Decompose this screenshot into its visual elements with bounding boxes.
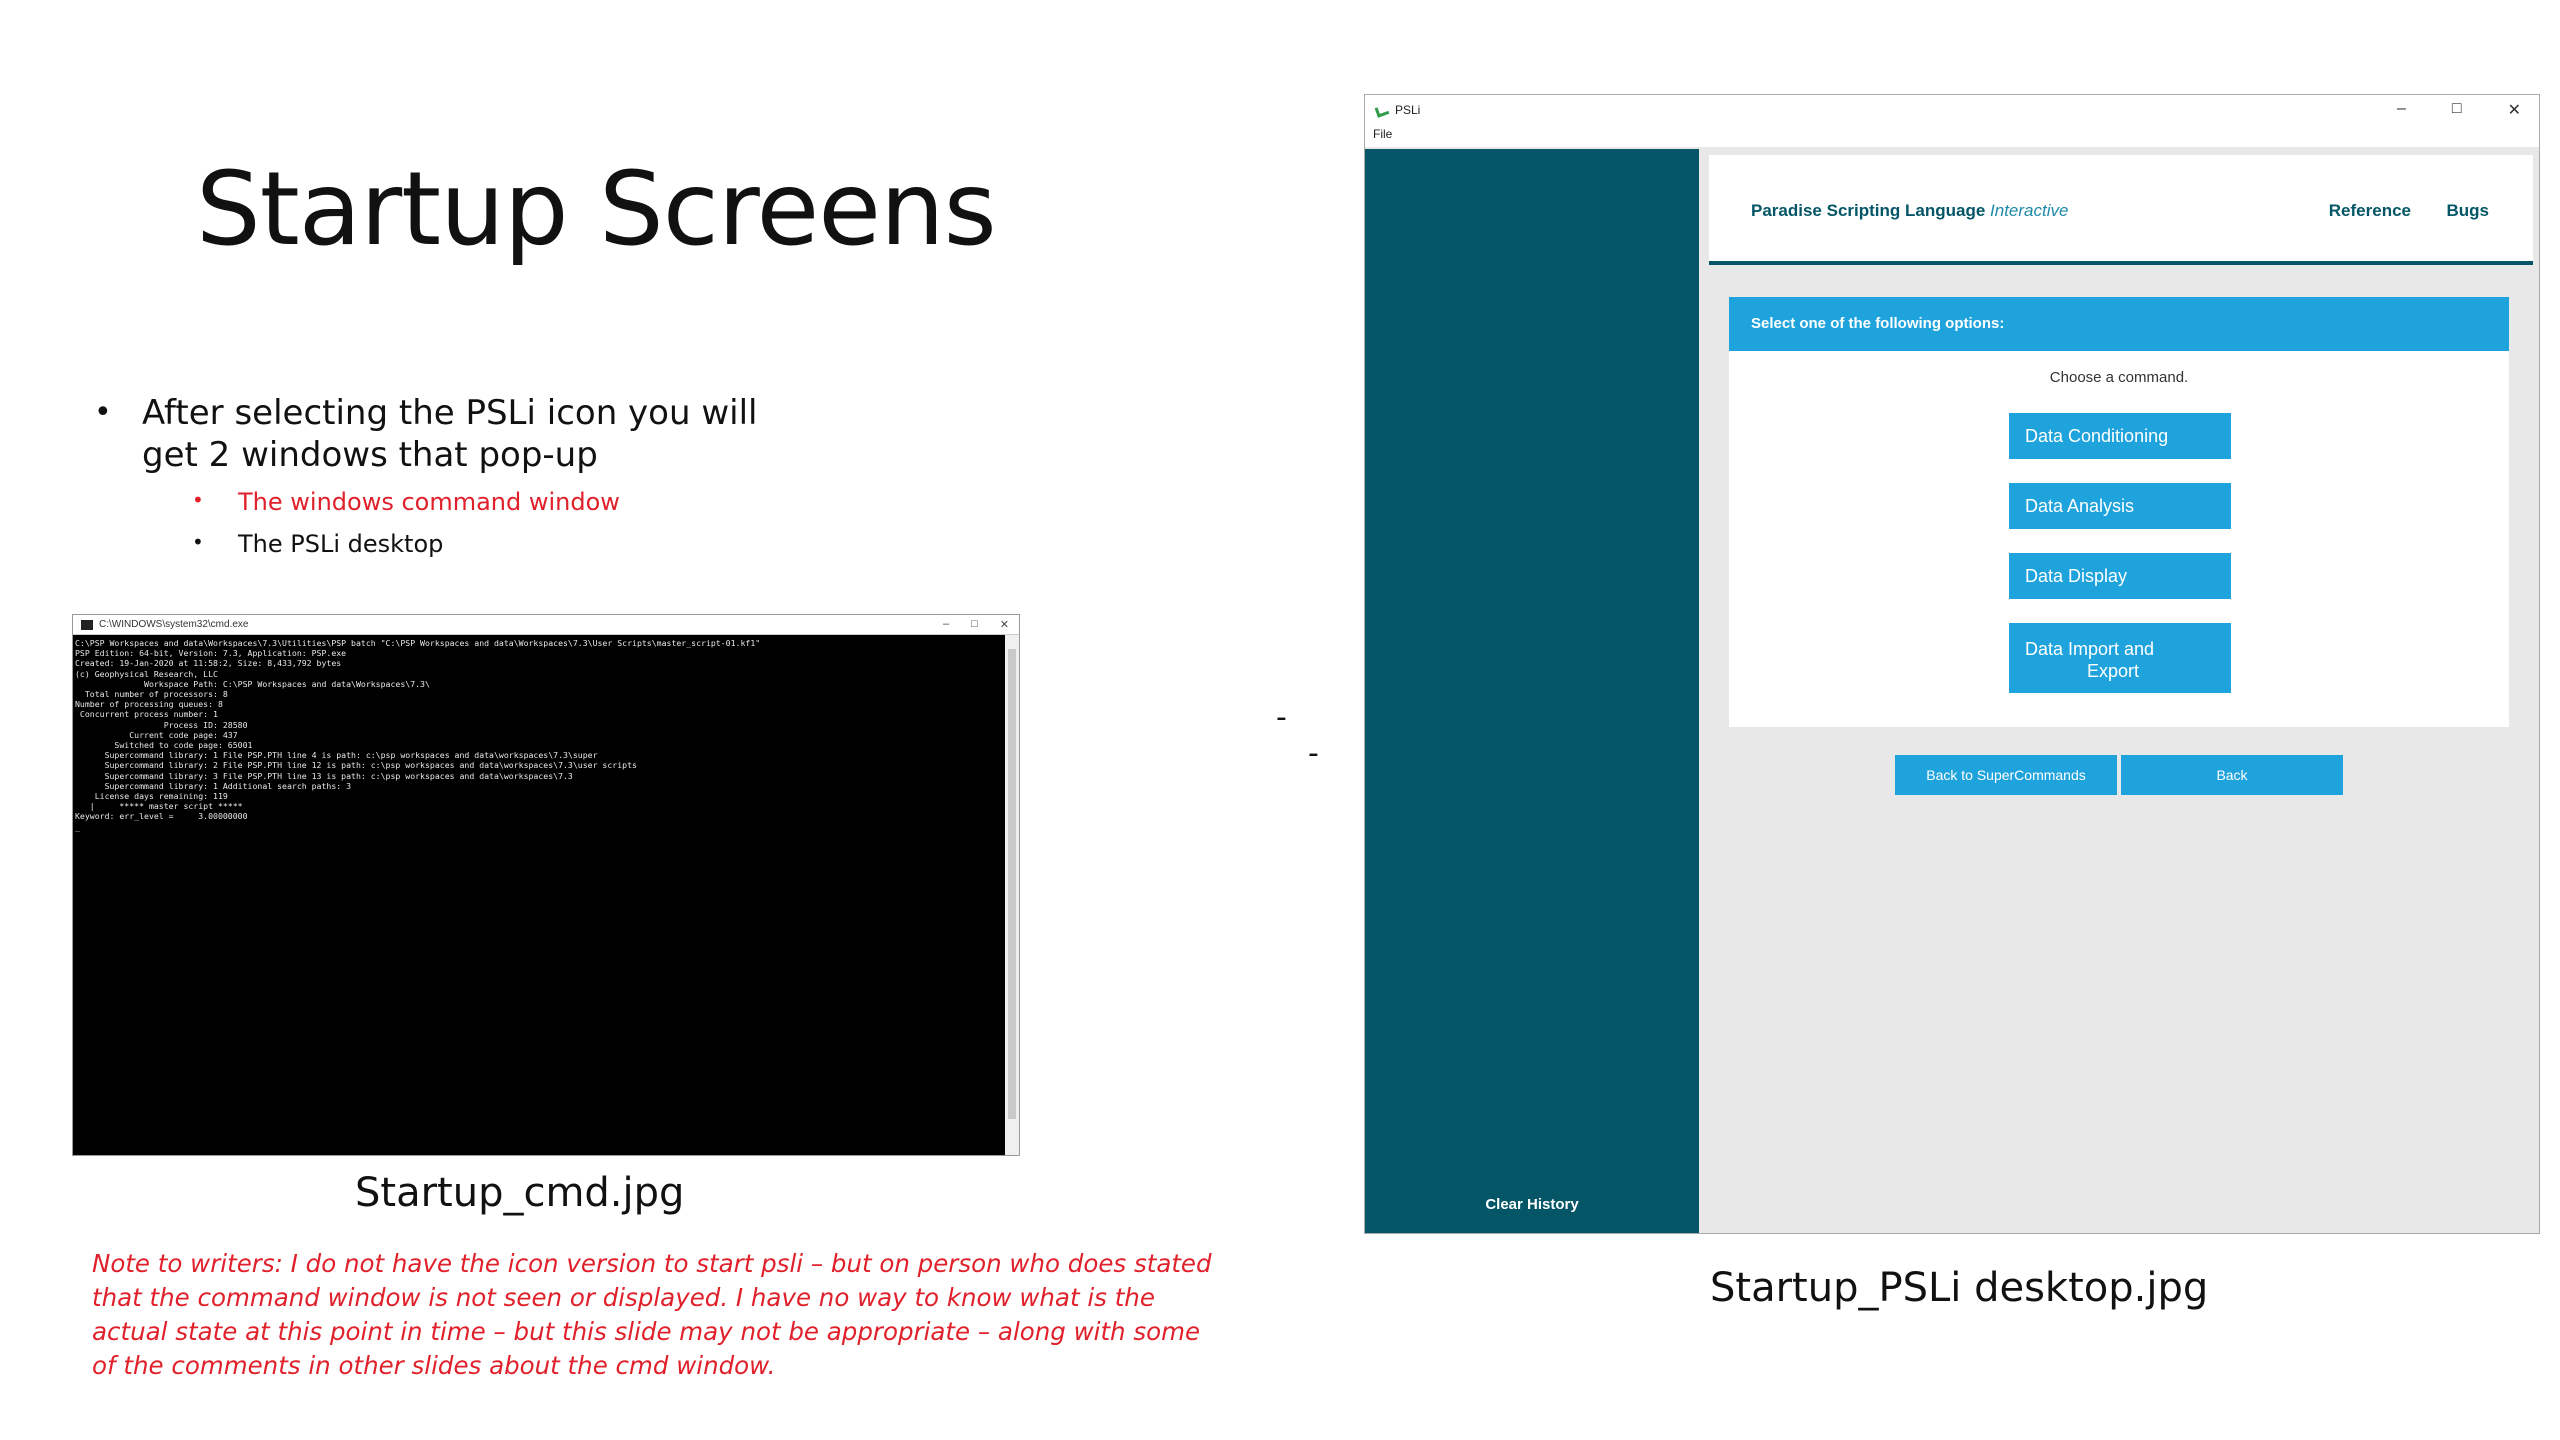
back-button[interactable]: Back [2121, 755, 2343, 795]
cmd-output-line: Current code page: 437 [75, 729, 238, 740]
minimize-icon[interactable]: – [2397, 100, 2406, 120]
psli-window-screenshot: PSLi – □ ✕ File Clear History Paradise S… [1364, 94, 2540, 1234]
cmd-output-line: Supercommand library: 2 File PSP.PTH lin… [75, 760, 637, 771]
sub-bullet-cmd: • The windows command window [192, 488, 620, 516]
cmd-output-line: (c) Geophysical Research, LLC [75, 668, 218, 679]
button-label-line: Data Import and [2025, 639, 2155, 659]
data-conditioning-button[interactable]: Data Conditioning [2009, 413, 2231, 459]
psli-sidebar: Clear History [1365, 149, 1699, 1233]
app-name: Paradise Scripting Language [1751, 201, 1986, 220]
minimize-icon[interactable]: – [943, 618, 949, 631]
cmd-output-line: Process ID: 28580 [75, 719, 248, 730]
cmd-output-line: Concurrent process number: 1 [75, 709, 218, 720]
data-display-button[interactable]: Data Display [2009, 553, 2231, 599]
main-bullet: • After selecting the PSLi icon you will… [94, 392, 814, 476]
maximize-icon[interactable]: □ [2452, 100, 2462, 120]
dash-mark: - [1308, 736, 1319, 771]
cmd-output-line: Supercommand library: 1 File PSP.PTH lin… [75, 750, 598, 761]
cmd-caption: Startup_cmd.jpg [355, 1170, 685, 1216]
cmd-output-line: Workspace Path: C:\PSP Workspaces and da… [75, 678, 430, 689]
cmd-output-line: C:\PSP Workspaces and data\Workspaces\7.… [75, 638, 761, 648]
maximize-icon[interactable]: □ [971, 618, 978, 631]
cmd-output-line: Supercommand library: 1 Additional searc… [75, 780, 352, 791]
cmd-output-line: Created: 19-Jan-2020 at 11:58:2, Size: 8… [75, 658, 342, 669]
psli-titlebar: PSLi – □ ✕ [1365, 95, 2539, 125]
dash-mark: - [1276, 700, 1287, 735]
options-panel: Select one of the following options: Cho… [1729, 297, 2509, 727]
cmd-output-line: _ [75, 821, 80, 832]
cmd-output: C:\PSP Workspaces and data\Workspaces\7.… [73, 635, 1005, 1155]
cmd-output-line: | ***** master script ***** [75, 801, 243, 812]
back-to-supercommands-button[interactable]: Back to SuperCommands [1895, 755, 2117, 795]
cmd-window-screenshot: C:\WINDOWS\system32\cmd.exe – □ ✕ C:\PSP… [72, 614, 1020, 1156]
sub-bullet-psli: • The PSLi desktop [192, 530, 444, 558]
psli-header: Paradise Scripting Language Interactive … [1709, 155, 2533, 265]
cmd-scrollbar[interactable] [1005, 635, 1019, 1155]
cmd-output-line: Total number of processors: 8 [75, 689, 228, 700]
psli-title: PSLi [1395, 103, 1421, 117]
psli-app-icon [1375, 104, 1387, 116]
psli-caption: Startup_PSLi desktop.jpg [1710, 1265, 2209, 1311]
cmd-output-line: License days remaining: 119 [75, 791, 228, 802]
choose-command-prompt: Choose a command. [2049, 369, 2189, 386]
nav-reference-link[interactable]: Reference [2329, 201, 2411, 221]
cmd-output-line: Switched to code page: 65001 [75, 740, 253, 751]
psli-menubar: File [1365, 125, 2539, 147]
cmd-output-line: PSP Edition: 64-bit, Version: 7.3, Appli… [75, 648, 347, 659]
cmd-title: C:\WINDOWS\system32\cmd.exe [99, 619, 249, 630]
psli-app-title: Paradise Scripting Language Interactive [1751, 201, 2068, 221]
cmd-output-line: Number of processing queues: 8 [75, 699, 223, 710]
app-name-italic: Interactive [1990, 201, 2069, 220]
bullet-dot: • [192, 530, 204, 554]
bullet-dot: • [94, 395, 112, 430]
cmd-output-line: Supercommand library: 3 File PSP.PTH lin… [75, 770, 573, 781]
bullet-dot: • [192, 488, 204, 512]
menu-file[interactable]: File [1373, 127, 1392, 141]
scrollbar-thumb[interactable] [1008, 649, 1016, 1119]
clear-history-button[interactable]: Clear History [1365, 1196, 1699, 1213]
close-icon[interactable]: ✕ [2508, 100, 2521, 120]
cmd-icon [81, 619, 93, 630]
cmd-output-line: Keyword: err_level = 3.00000000 [75, 811, 248, 822]
main-bullet-text: After selecting the PSLi icon you will g… [142, 393, 758, 475]
sub-bullet-text: The PSLi desktop [238, 530, 444, 558]
slide-title: Startup Screens [196, 150, 997, 269]
button-label-line: Export [2087, 661, 2140, 681]
cmd-titlebar: C:\WINDOWS\system32\cmd.exe – □ ✕ [73, 615, 1019, 635]
data-analysis-button[interactable]: Data Analysis [2009, 483, 2231, 529]
sub-bullet-text: The windows command window [238, 488, 620, 516]
writer-note: Note to writers: I do not have the icon … [92, 1249, 1212, 1380]
data-import-export-button[interactable]: Data Import and Export [2009, 623, 2231, 693]
close-icon[interactable]: ✕ [1000, 618, 1009, 631]
nav-bugs-link[interactable]: Bugs [2447, 201, 2490, 221]
options-heading: Select one of the following options: [1729, 297, 2509, 351]
